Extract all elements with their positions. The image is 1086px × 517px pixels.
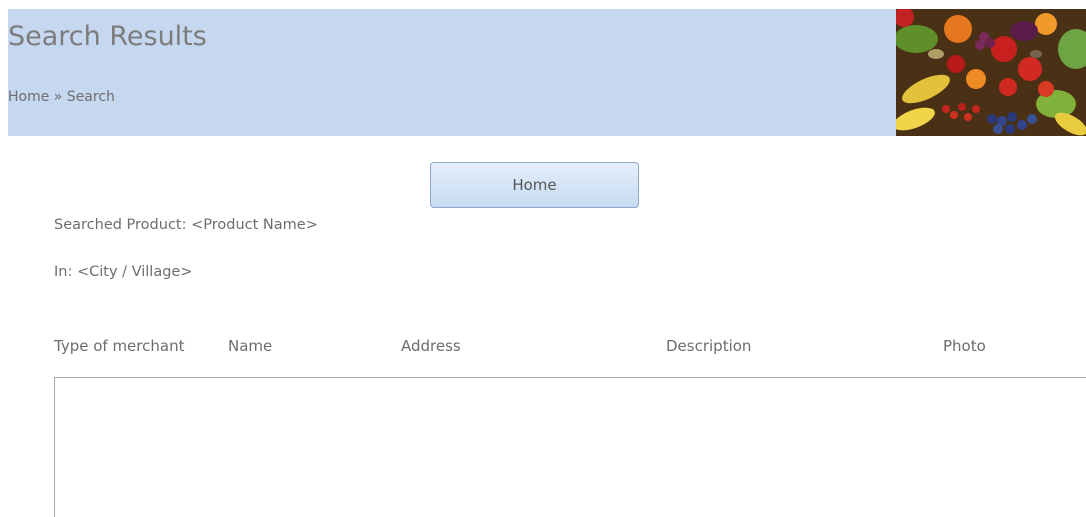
search-results-page: Search Results Home » Search Home Search…	[0, 0, 1086, 517]
search-location-label: In: <City / Village>	[54, 264, 193, 280]
breadcrumb[interactable]: Home » Search	[8, 89, 115, 105]
vegetables-banner-image	[896, 9, 1086, 136]
column-header-address: Address	[401, 337, 461, 355]
column-header-photo: Photo	[943, 337, 986, 355]
column-header-name: Name	[228, 337, 273, 355]
column-header-description: Description	[666, 337, 752, 355]
column-header-merchant-type: Type of merchant	[54, 337, 185, 355]
home-button[interactable]: Home	[430, 162, 639, 208]
searched-product-label: Searched Product: <Product Name>	[54, 217, 318, 233]
page-title: Search Results	[8, 21, 207, 52]
results-list[interactable]	[54, 377, 1086, 517]
page-header: Search Results Home » Search	[8, 9, 898, 136]
